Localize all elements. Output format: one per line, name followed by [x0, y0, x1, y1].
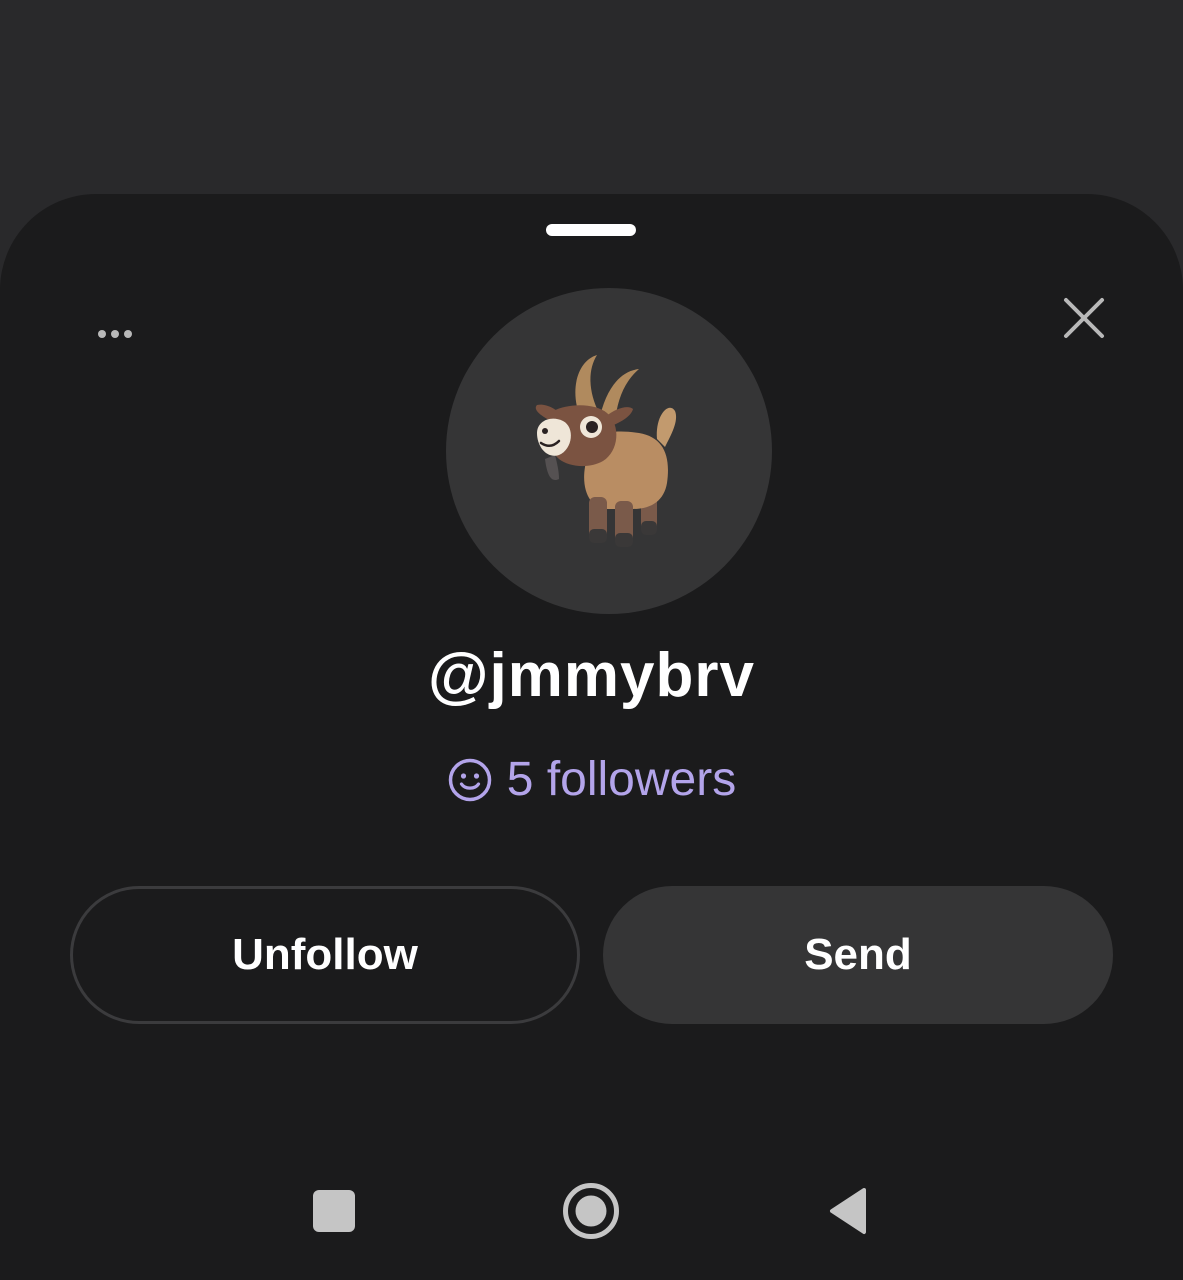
avatar [446, 288, 772, 614]
smile-icon [447, 757, 493, 803]
send-button-label: Send [804, 930, 912, 979]
home-circle-icon[interactable] [562, 1182, 620, 1240]
followers-count-text: 5 followers [506, 753, 737, 806]
more-horizontal-icon [98, 330, 132, 338]
close-button[interactable] [1056, 290, 1112, 346]
username: @jmmybrv [428, 641, 755, 710]
sheet-drag-handle[interactable] [546, 224, 636, 236]
back-triangle-icon[interactable] [826, 1186, 870, 1236]
close-icon [1064, 298, 1104, 338]
send-button[interactable]: Send [603, 886, 1113, 1024]
unfollow-button[interactable]: Unfollow [70, 886, 580, 1024]
followers-count-link[interactable]: 5 followers [0, 752, 1183, 807]
goat-icon [535, 355, 677, 547]
system-navigation-bar [0, 1150, 1183, 1280]
unfollow-button-label: Unfollow [232, 930, 418, 979]
recents-square-icon[interactable] [313, 1190, 355, 1232]
more-options-button[interactable] [86, 312, 146, 356]
